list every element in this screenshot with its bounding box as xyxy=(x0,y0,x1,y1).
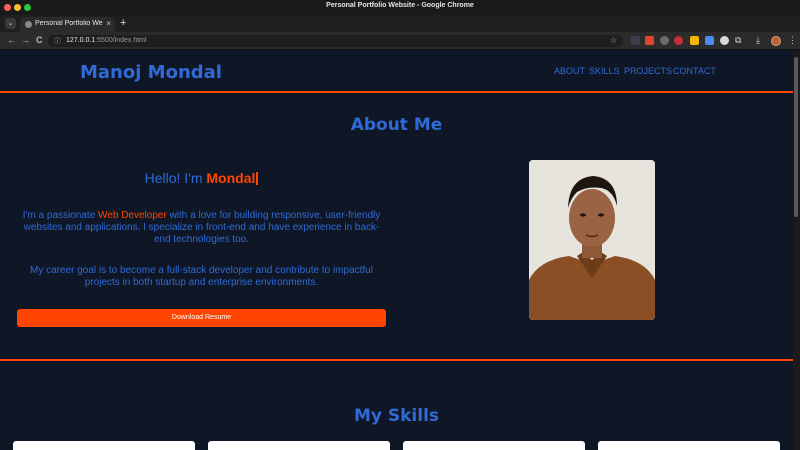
section-divider xyxy=(0,359,793,361)
url-text[interactable]: 127.0.0.1:5500/index.html xyxy=(66,37,147,44)
extension-icon-2[interactable] xyxy=(645,36,654,45)
browser-tab[interactable]: Personal Portfolio Website × xyxy=(20,17,115,32)
site-header: Manoj Mondal ABOUT SKILLS PROJECTS CONTA… xyxy=(0,51,793,93)
extension-icon-3[interactable] xyxy=(660,36,669,45)
extension-icon-5[interactable] xyxy=(690,36,699,45)
window-titlebar: Personal Portfolio Website - Google Chro… xyxy=(0,0,800,15)
skills-section-title: My Skills xyxy=(353,406,440,426)
address-bar[interactable]: ⓘ 127.0.0.1:5500/index.html ☆ xyxy=(48,35,623,47)
tab-title: Personal Portfolio Website xyxy=(35,20,103,27)
extension-icon-7[interactable] xyxy=(720,36,729,45)
extensions-puzzle-icon[interactable]: ⧉ xyxy=(735,35,741,46)
download-resume-button[interactable]: Download Resume xyxy=(17,309,386,327)
skill-card xyxy=(13,441,195,450)
page-viewport: Manoj Mondal ABOUT SKILLS PROJECTS CONTA… xyxy=(0,51,793,450)
site-brand[interactable]: Manoj Mondal xyxy=(80,62,222,83)
browser-toolbar: ← → C ⓘ 127.0.0.1:5500/index.html ☆ ⧉ ⤓ … xyxy=(0,32,800,50)
nav-about-link[interactable]: ABOUT xyxy=(554,66,585,76)
about-section-title: About Me xyxy=(350,115,443,135)
about-paragraph-1: I'm a passionate Web Developer with a lo… xyxy=(22,210,381,245)
tab-strip: ⌄ Personal Portfolio Website × + xyxy=(0,15,800,32)
page-scrollbar[interactable] xyxy=(793,51,800,450)
new-tab-button[interactable]: + xyxy=(120,17,126,29)
skill-card xyxy=(208,441,390,450)
nav-skills-link[interactable]: SKILLS xyxy=(589,66,620,76)
typing-cursor xyxy=(256,172,259,185)
globe-icon xyxy=(25,21,32,28)
bookmark-star-icon[interactable]: ☆ xyxy=(610,36,617,45)
skill-card xyxy=(403,441,585,450)
profile-photo xyxy=(529,160,655,320)
extension-icon-4[interactable] xyxy=(674,36,683,45)
window-title: Personal Portfolio Website - Google Chro… xyxy=(326,2,474,9)
nav-projects-link[interactable]: PROJECTS xyxy=(624,66,672,76)
skill-card xyxy=(598,441,780,450)
nav-contact-link[interactable]: CONTACT xyxy=(673,66,716,76)
highlight-web-developer: Web Developer xyxy=(98,210,167,221)
tab-close-icon[interactable]: × xyxy=(106,19,111,28)
scrollbar-thumb[interactable] xyxy=(794,57,798,217)
tab-search-icon[interactable]: ⌄ xyxy=(5,18,16,29)
download-icon[interactable]: ⤓ xyxy=(756,35,760,46)
about-paragraph-2: My career goal is to become a full-stack… xyxy=(30,265,373,288)
extension-icon-1[interactable] xyxy=(631,36,640,45)
typed-name: Mondal xyxy=(206,170,256,186)
extension-icon-6[interactable] xyxy=(705,36,714,45)
hello-heading: Hello! I'm Mondal xyxy=(17,170,386,186)
reload-button[interactable]: C xyxy=(36,35,43,45)
browser-menu-icon[interactable]: ⋮ xyxy=(788,35,797,46)
back-button[interactable]: ← xyxy=(7,35,16,45)
site-info-icon[interactable]: ⓘ xyxy=(54,36,61,46)
profile-avatar[interactable] xyxy=(771,36,781,46)
forward-button[interactable]: → xyxy=(21,35,30,45)
